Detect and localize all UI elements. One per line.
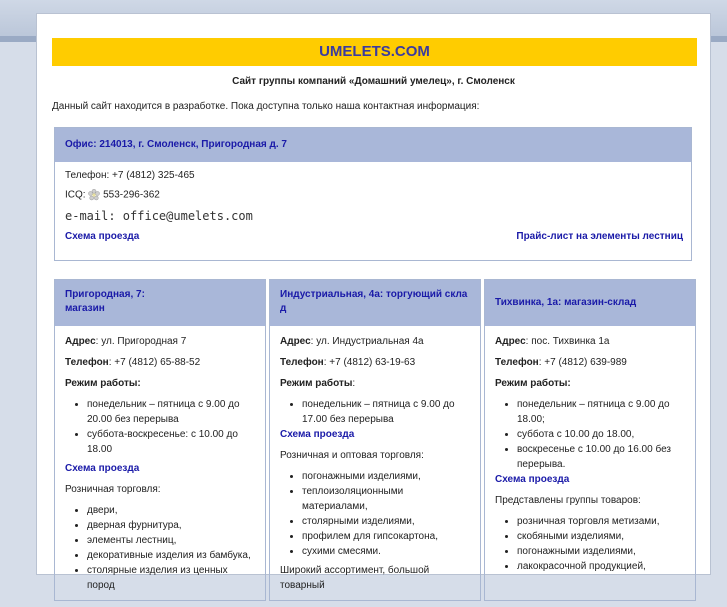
store-hours-list: понедельник – пятница с 9.00 до 17.00 бе… <box>280 397 470 427</box>
list-item: элементы лестниц, <box>87 533 255 548</box>
store-body: Адрес: ул. Индустриальная 4а Телефон: +7… <box>270 326 480 607</box>
store-items-list: погонажными изделиями, теплоизоляционным… <box>280 469 470 559</box>
hours-label: Режим работы: <box>65 378 141 389</box>
store-title-line2: магазин <box>65 303 105 314</box>
page-container: UMELETS.COM Сайт группы компаний «Домашн… <box>36 13 711 601</box>
office-email: e-mail: office@umelets.com <box>65 209 253 223</box>
store-phone: Телефон: +7 (4812) 639-989 <box>495 355 685 370</box>
icq-flower-icon <box>88 189 101 201</box>
phone-label: Телефон <box>280 357 324 368</box>
store-title: Пригородная, 7: магазин <box>55 280 265 326</box>
icq-label: ICQ: <box>65 189 86 201</box>
store-address: Адрес: ул. Индустриальная 4а <box>280 334 470 349</box>
hours-label: Режим работы: <box>495 378 571 389</box>
hours-item: воскресенье с 10.00 до 16.00 без перерыв… <box>517 442 685 472</box>
address-value: : ул. Пригородная 7 <box>95 336 187 347</box>
store-hours-label: Режим работы: <box>280 376 470 391</box>
store-title-line1: Тихвинка, 1а: магазин-склад <box>495 297 637 308</box>
store-hours-label: Режим работы: <box>65 376 255 391</box>
store-title-line1: Пригородная, 7: <box>65 289 145 300</box>
office-phone: Телефон: +7 (4812) 325-465 <box>65 170 195 181</box>
list-item: профилем для гипсокартона, <box>302 529 470 544</box>
address-label: Адрес <box>495 336 526 347</box>
list-item: розничная торговля метизами, <box>517 514 685 529</box>
store-extra-text: Широкий ассортимент, большой товарный <box>280 565 430 591</box>
list-item: декоративные изделия из бамбука, <box>87 548 255 563</box>
list-item: сухими смесями. <box>302 544 470 559</box>
store-phone: Телефон: +7 (4812) 65-88-52 <box>65 355 255 370</box>
address-value: : ул. Индустриальная 4а <box>310 336 424 347</box>
store-map-link[interactable]: Схема проезда <box>495 474 569 485</box>
store-column-prigorodnaya: Пригородная, 7: магазин Адрес: ул. Приго… <box>54 279 266 601</box>
phone-label: Телефон <box>65 357 109 368</box>
phone-label: Телефон <box>495 357 539 368</box>
list-item: погонажными изделиями, <box>517 544 685 559</box>
list-item: столярные изделия из ценных пород <box>87 563 255 593</box>
store-title: Индустриальная, 4а: торгующий скла д <box>270 280 480 326</box>
store-title-line1: Индустриальная, 4а: торгующий скла <box>280 289 468 300</box>
hours-item: суббота с 10.00 до 18.00, <box>517 427 685 442</box>
list-item: столярными изделиями, <box>302 514 470 529</box>
store-map-link[interactable]: Схема проезда <box>280 429 354 440</box>
store-description: Розничная и оптовая торговля: <box>280 450 424 461</box>
address-value: : пос. Тихвинка 1а <box>525 336 610 347</box>
icq-number: 553-296-362 <box>103 189 160 201</box>
phone-value: : +7 (4812) 639-989 <box>538 357 627 368</box>
office-icq: ICQ: 553-296-362 <box>65 189 681 201</box>
store-items-list: двери, дверная фурнитура, элементы лестн… <box>65 503 255 593</box>
office-title: Офис: 214013, г. Смоленск, Пригородная д… <box>55 128 691 162</box>
office-body: Телефон: +7 (4812) 325-465 ICQ: 553-296-… <box>55 162 691 258</box>
store-description: Представлены группы товаров: <box>495 495 641 506</box>
hours-item: суббота-воскресенье: с 10.00 до 18.00 <box>87 427 255 457</box>
store-body: Адрес: пос. Тихвинка 1а Телефон: +7 (481… <box>485 326 695 586</box>
store-title-line2: д <box>280 303 287 314</box>
site-subtitle: Сайт группы компаний «Домашний умелец», … <box>232 76 515 87</box>
list-item: скобяными изделиями, <box>517 529 685 544</box>
list-item: теплоизоляционными материалами, <box>302 484 470 514</box>
store-column-tikhvinka: Тихвинка, 1а: магазин-склад Адрес: пос. … <box>484 279 696 601</box>
list-item: погонажными изделиями, <box>302 469 470 484</box>
store-items-list: розничная торговля метизами, скобяными и… <box>495 514 685 574</box>
store-address: Адрес: пос. Тихвинка 1а <box>495 334 685 349</box>
store-phone: Телефон: +7 (4812) 63-19-63 <box>280 355 470 370</box>
hours-item: понедельник – пятница с 9.00 до 20.00 бе… <box>87 397 255 427</box>
phone-value: : +7 (4812) 65-88-52 <box>108 357 201 368</box>
office-map-link[interactable]: Схема проезда <box>65 231 139 242</box>
store-hours-list: понедельник – пятница с 9.00 до 20.00 бе… <box>65 397 255 457</box>
hours-suffix: : <box>352 378 356 389</box>
list-item: двери, <box>87 503 255 518</box>
hours-item: понедельник – пятница с 9.00 до 17.00 бе… <box>302 397 470 427</box>
store-body: Адрес: ул. Пригородная 7 Телефон: +7 (48… <box>55 326 265 605</box>
store-map-link[interactable]: Схема проезда <box>65 463 139 474</box>
office-panel: Офис: 214013, г. Смоленск, Пригородная д… <box>54 127 692 261</box>
store-column-industrialnaya: Индустриальная, 4а: торгующий скла д Адр… <box>269 279 481 601</box>
store-hours-label: Режим работы: <box>495 376 685 391</box>
store-hours-list: понедельник – пятница с 9.00 до 18.00; с… <box>495 397 685 472</box>
address-label: Адрес <box>280 336 311 347</box>
hours-label: Режим работы <box>280 378 353 389</box>
list-item: дверная фурнитура, <box>87 518 255 533</box>
list-item: лакокрасочной продукцией, <box>517 559 685 574</box>
phone-value: : +7 (4812) 63-19-63 <box>323 357 416 368</box>
hours-item: понедельник – пятница с 9.00 до 18.00; <box>517 397 685 427</box>
office-links: Схема проезда Прайс-лист на элементы лес… <box>65 231 683 242</box>
site-banner: UMELETS.COM <box>52 38 697 66</box>
address-label: Адрес <box>65 336 96 347</box>
store-description: Розничная торговля: <box>65 484 161 495</box>
price-list-link[interactable]: Прайс-лист на элементы лестниц <box>516 231 683 242</box>
development-notice: Данный сайт находится в разработке. Пока… <box>52 101 480 112</box>
store-address: Адрес: ул. Пригородная 7 <box>65 334 255 349</box>
store-title: Тихвинка, 1а: магазин-склад <box>485 280 695 326</box>
